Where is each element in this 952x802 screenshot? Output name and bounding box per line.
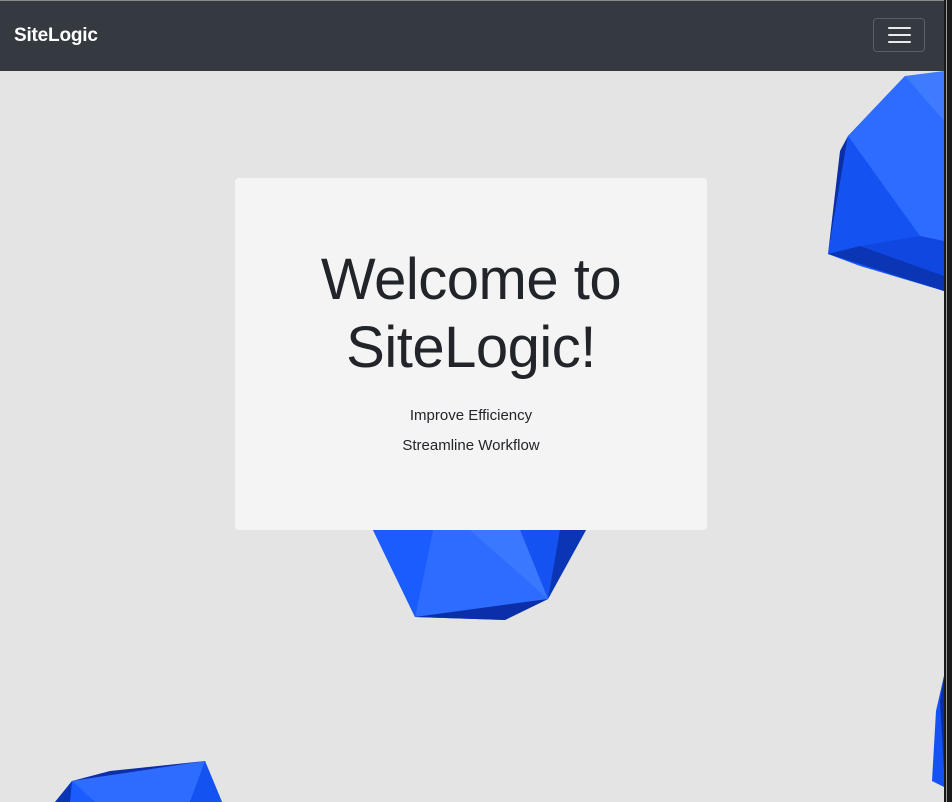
polyhedron-bottom-left (55, 761, 222, 802)
polyhedron-top-right (828, 71, 944, 291)
navbar: SiteLogic (0, 1, 944, 71)
window-frame-right-edge (946, 0, 947, 802)
menu-toggle-button[interactable] (873, 18, 925, 52)
polyhedron-bottom-right (932, 676, 944, 787)
tagline-streamline-workflow: Streamline Workflow (402, 437, 540, 454)
tagline-improve-efficiency: Improve Efficiency (409, 407, 533, 424)
polyhedron-center (373, 530, 586, 620)
welcome-card: Welcome to SiteLogic! Improve Efficiency… (235, 178, 707, 530)
hero-background: Welcome to SiteLogic! Improve Efficiency… (0, 71, 944, 802)
hero-title: Welcome to SiteLogic! (320, 247, 622, 380)
brand-link[interactable]: SiteLogic (14, 24, 98, 48)
